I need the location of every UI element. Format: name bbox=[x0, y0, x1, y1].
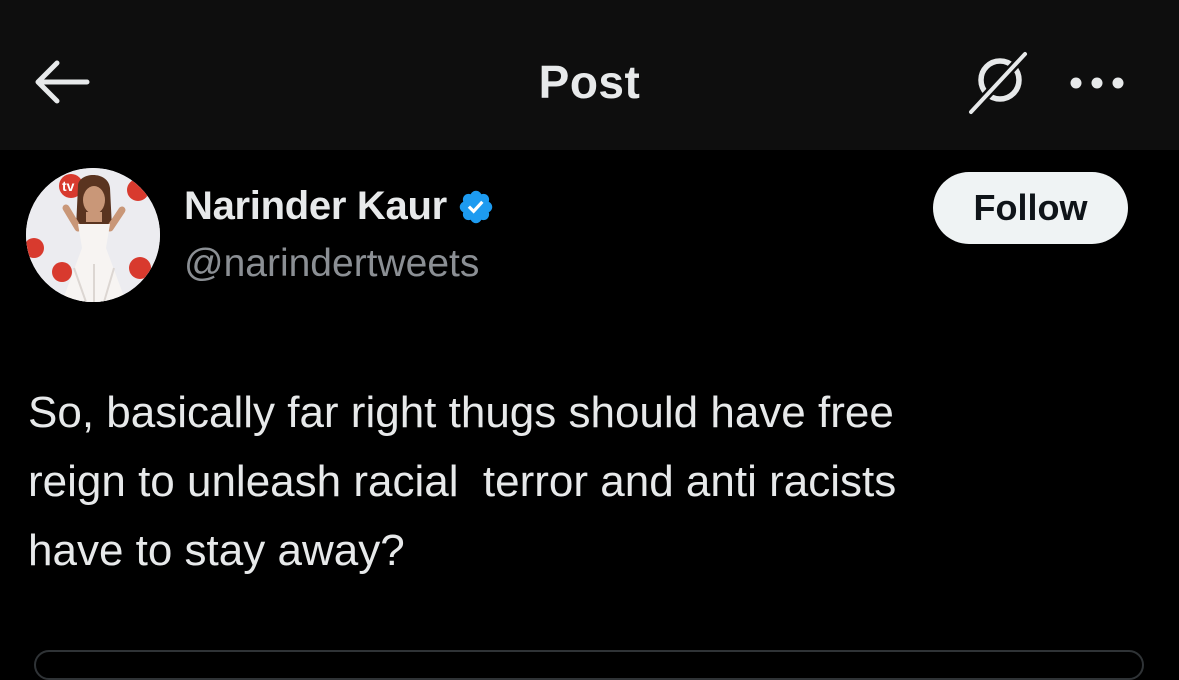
grok-icon bbox=[966, 49, 1030, 115]
author-handle[interactable]: @narindertweets bbox=[184, 242, 479, 286]
verified-badge-icon bbox=[457, 188, 495, 226]
svg-text:tv: tv bbox=[62, 178, 75, 194]
author-display-name[interactable]: Narinder Kaur bbox=[184, 184, 447, 229]
author-name-row[interactable]: Narinder Kaur bbox=[184, 184, 495, 229]
post-text: So, basically far right thugs should hav… bbox=[28, 388, 897, 575]
more-horizontal-icon bbox=[1070, 77, 1124, 89]
avatar[interactable]: tv bbox=[26, 168, 160, 302]
more-options-button[interactable] bbox=[1062, 58, 1132, 108]
grok-button[interactable] bbox=[962, 48, 1034, 116]
follow-button[interactable]: Follow bbox=[933, 172, 1128, 244]
top-navigation-bar: Post bbox=[0, 0, 1179, 150]
next-section-edge bbox=[34, 650, 1144, 680]
profile-photo: tv bbox=[26, 168, 160, 302]
